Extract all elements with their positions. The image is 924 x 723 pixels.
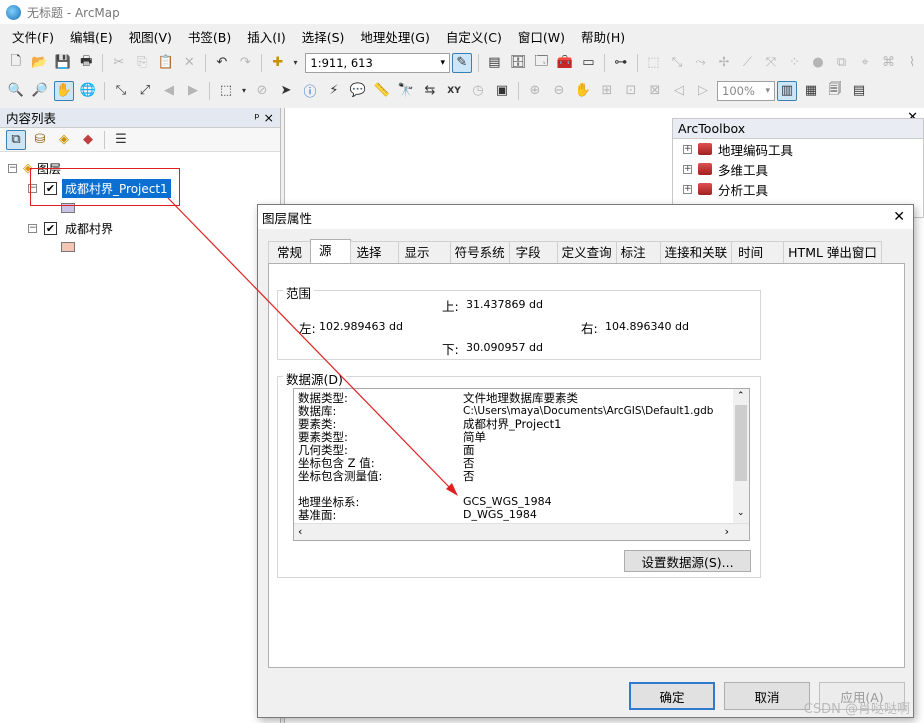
watermark-text: CSDN @肖哒哒啊: [803, 702, 910, 717]
annotation-arrow: [167, 197, 458, 496]
